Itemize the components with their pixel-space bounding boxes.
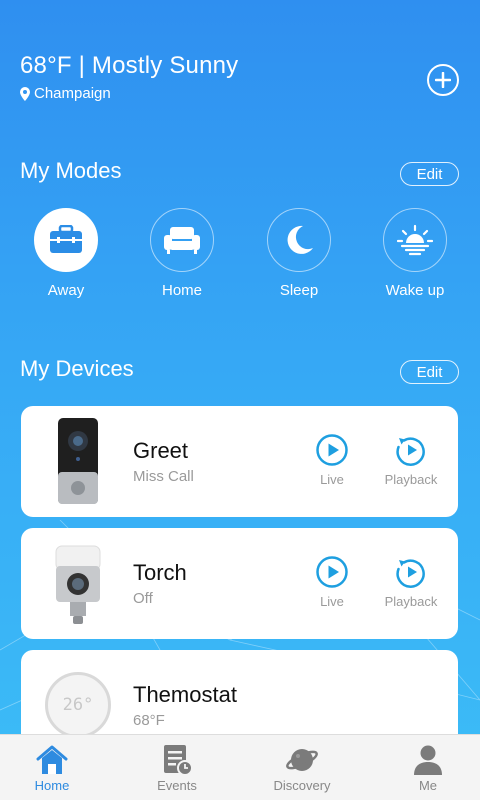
live-button[interactable]: Live <box>292 556 372 609</box>
modes-title: My Modes <box>20 158 122 183</box>
live-label: Live <box>320 472 344 487</box>
mode-wake-up[interactable]: Wake up <box>365 208 465 299</box>
playback-label: Playback <box>384 594 438 609</box>
replay-icon <box>396 437 425 466</box>
home-icon <box>36 745 68 774</box>
live-label: Live <box>320 594 344 609</box>
playback-button[interactable]: Playback <box>371 556 451 609</box>
device-status: 68°F <box>133 712 165 729</box>
location-label: Champaign <box>34 85 111 102</box>
plus-icon <box>435 72 451 88</box>
replay-icon <box>396 559 425 588</box>
tab-discovery[interactable]: Discovery <box>252 743 352 793</box>
tab-events[interactable]: Events <box>127 743 227 793</box>
mode-home-circle[interactable] <box>150 208 214 272</box>
playback-button[interactable]: Playback <box>371 434 451 487</box>
location[interactable]: Champaign <box>20 85 111 102</box>
mode-sleep-circle[interactable] <box>267 208 331 272</box>
device-status: Off <box>133 590 153 607</box>
mode-home-label: Home <box>161 282 202 299</box>
tab-me-label: Me <box>418 778 438 793</box>
devices-edit-button[interactable]: Edit <box>400 360 459 384</box>
modes-edit-button[interactable]: Edit <box>400 162 459 186</box>
mode-sleep[interactable]: Sleep <box>249 208 349 299</box>
device-name: Torch <box>133 560 187 585</box>
mode-wake-up-circle[interactable] <box>383 208 447 272</box>
device-name: Themostat <box>133 682 237 707</box>
tab-me[interactable]: Me <box>378 743 478 793</box>
play-icon <box>316 556 348 588</box>
live-button[interactable]: Live <box>292 434 372 487</box>
device-card-torch[interactable]: Torch Off Live Playback <box>21 528 458 639</box>
weather-summary: 68°F | Mostly Sunny <box>20 52 239 79</box>
events-icon <box>164 745 193 776</box>
modes-row: Away Home Sleep Wake up <box>0 208 480 308</box>
mode-away-label: Away <box>47 282 85 299</box>
device-name: Greet <box>133 438 189 463</box>
tab-home[interactable]: Home <box>2 743 102 793</box>
add-button[interactable] <box>427 64 459 96</box>
location-pin-icon <box>20 86 30 101</box>
tab-events-label: Events <box>157 778 197 793</box>
person-icon <box>414 745 442 775</box>
mode-away[interactable]: Away <box>16 208 116 299</box>
mode-away-circle[interactable] <box>34 208 98 272</box>
play-icon <box>316 434 348 466</box>
thermostat-display: 26° <box>62 695 94 715</box>
device-card-greet[interactable]: Greet Miss Call Live Playback <box>21 406 458 517</box>
planet-icon <box>286 749 318 771</box>
torch-device-image <box>55 545 101 624</box>
playback-label: Playback <box>384 472 438 487</box>
tab-home-label: Home <box>34 778 70 793</box>
mode-sleep-label: Sleep <box>279 282 319 299</box>
doorbell-device-image <box>58 418 98 504</box>
mode-home[interactable]: Home <box>132 208 232 299</box>
device-status: Miss Call <box>133 468 194 485</box>
sunrise-icon <box>397 224 433 256</box>
sofa-icon <box>164 227 200 254</box>
tab-bar: Home Events Discovery Me <box>0 734 480 800</box>
devices-title: My Devices <box>20 356 134 381</box>
mode-wake-up-label: Wake up <box>385 282 445 299</box>
tab-discovery-label: Discovery <box>273 778 331 793</box>
thermostat-device-image: 26° <box>45 672 111 738</box>
moon-icon <box>287 225 313 254</box>
briefcase-icon <box>50 225 82 253</box>
